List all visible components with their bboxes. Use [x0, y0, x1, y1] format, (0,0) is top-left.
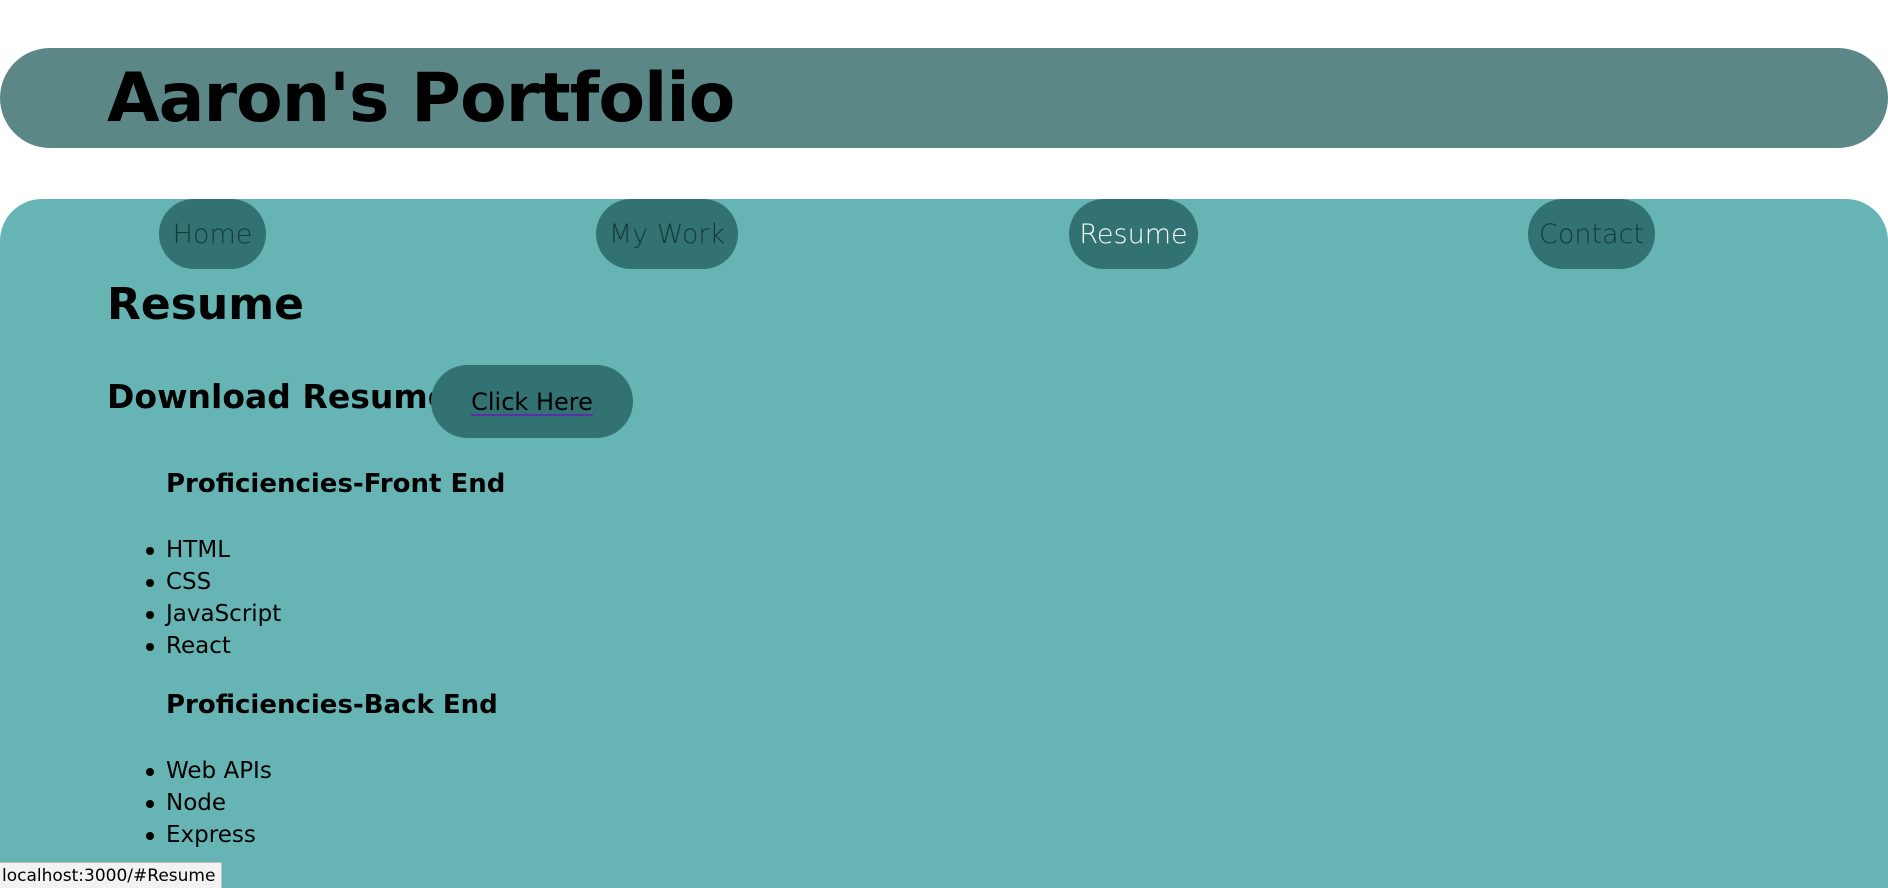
nav-contact-button[interactable]: Contact [1528, 199, 1655, 269]
list-item: CSS [145, 566, 281, 598]
back-end-heading: Proficiencies-Back End [166, 690, 498, 720]
back-end-list: Web APIs Node Express [146, 755, 272, 851]
nav-home-button[interactable]: Home [159, 199, 266, 269]
page-title: Resume [107, 279, 304, 330]
download-resume-label: Download Resume [107, 377, 451, 416]
list-item: Web APIs [146, 755, 272, 787]
site-title: Aaron's Portfolio [107, 59, 735, 138]
link-status-bar: localhost:3000/#Resume [0, 862, 223, 888]
nav-resume-button[interactable]: Resume [1069, 199, 1198, 269]
nav-my-work-button[interactable]: My Work [596, 199, 738, 269]
list-item: Node [146, 787, 272, 819]
front-end-list: HTML CSS JavaScript React [145, 534, 281, 662]
list-item: React [145, 630, 281, 662]
list-item: JavaScript [145, 598, 281, 630]
main-panel: Home My Work Resume Contact Resume Downl… [0, 199, 1888, 888]
list-item: HTML [145, 534, 281, 566]
list-item: Express [146, 819, 272, 851]
download-resume-link[interactable]: Click Here [471, 388, 593, 416]
site-header: Aaron's Portfolio [0, 48, 1888, 148]
download-resume-button[interactable]: Click Here [431, 365, 633, 438]
front-end-heading: Proficiencies-Front End [166, 469, 506, 499]
